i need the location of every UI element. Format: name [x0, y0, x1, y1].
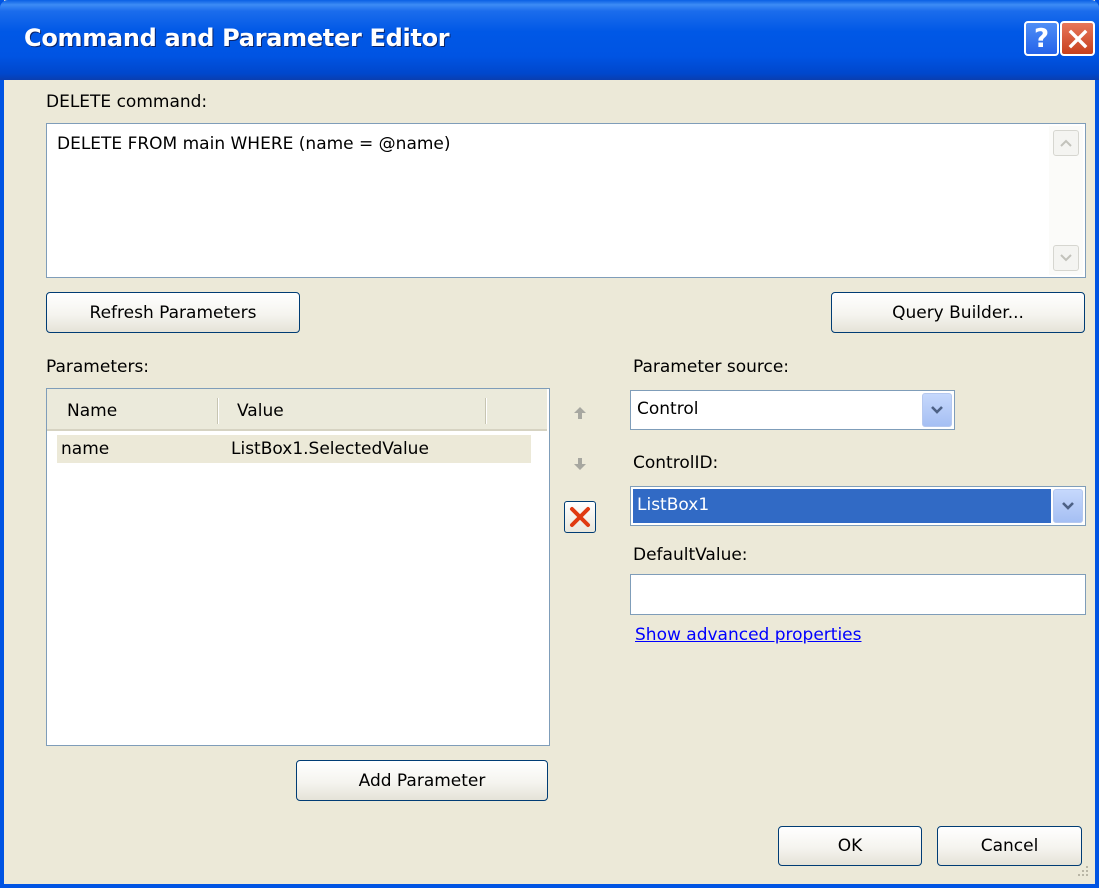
column-divider[interactable] — [485, 398, 487, 424]
show-advanced-properties-link[interactable]: Show advanced properties — [635, 625, 862, 645]
arrow-down-icon — [574, 458, 586, 470]
row-value-cell: ListBox1.SelectedValue — [231, 439, 429, 459]
remove-parameter-button[interactable] — [564, 501, 596, 533]
move-up-button[interactable] — [566, 399, 594, 427]
resize-grip-icon[interactable] — [1075, 864, 1089, 878]
control-id-value: ListBox1 — [637, 495, 710, 515]
dialog-window: Command and Parameter Editor ? DELETE co… — [0, 0, 1099, 888]
table-row[interactable]: name ListBox1.SelectedValue — [57, 435, 531, 463]
add-parameter-button[interactable]: Add Parameter — [296, 760, 548, 801]
column-divider[interactable] — [217, 398, 219, 424]
move-down-button[interactable] — [566, 450, 594, 478]
default-value-label: DefaultValue: — [633, 545, 748, 565]
parameters-list-header: Name Value — [47, 389, 547, 431]
parameter-source-label: Parameter source: — [633, 357, 790, 377]
help-button[interactable]: ? — [1024, 21, 1059, 56]
arrow-up-icon — [574, 407, 586, 419]
default-value-input[interactable] — [630, 574, 1086, 615]
delete-x-icon — [570, 507, 590, 527]
delete-command-textarea[interactable]: DELETE FROM main WHERE (name = @name) — [46, 123, 1086, 278]
parameters-list[interactable]: Name Value name ListBox1.SelectedValue — [46, 388, 550, 746]
control-id-dropdown[interactable]: ListBox1 — [630, 486, 1086, 526]
column-header-name[interactable]: Name — [67, 401, 117, 421]
command-scrollbar[interactable] — [1049, 126, 1083, 275]
scroll-down-icon — [1060, 254, 1072, 262]
scroll-up-button[interactable] — [1053, 130, 1079, 156]
cancel-button[interactable]: Cancel — [937, 826, 1082, 866]
title-bar[interactable]: Command and Parameter Editor ? — [0, 0, 1099, 80]
row-name-cell: name — [61, 439, 110, 459]
dropdown-arrow-button[interactable] — [1053, 489, 1083, 523]
control-id-label: ControlID: — [633, 453, 719, 473]
delete-command-label: DELETE command: — [46, 92, 208, 112]
close-button[interactable] — [1060, 21, 1095, 56]
dropdown-arrow-button[interactable] — [922, 393, 952, 427]
parameter-source-dropdown[interactable]: Control — [630, 390, 955, 430]
window-title: Command and Parameter Editor — [24, 24, 450, 52]
parameter-source-value: Control — [637, 399, 699, 419]
parameters-label: Parameters: — [46, 357, 150, 377]
refresh-parameters-button[interactable]: Refresh Parameters — [46, 292, 300, 333]
chevron-down-icon — [1062, 502, 1074, 510]
help-icon: ? — [1033, 23, 1050, 54]
ok-button[interactable]: OK — [778, 826, 922, 866]
scroll-down-button[interactable] — [1053, 245, 1079, 271]
query-builder-button[interactable]: Query Builder... — [831, 292, 1085, 333]
chevron-down-icon — [931, 406, 943, 414]
close-icon — [1068, 29, 1087, 48]
delete-command-text: DELETE FROM main WHERE (name = @name) — [57, 134, 451, 154]
scroll-up-icon — [1060, 139, 1072, 147]
column-header-value[interactable]: Value — [237, 401, 284, 421]
